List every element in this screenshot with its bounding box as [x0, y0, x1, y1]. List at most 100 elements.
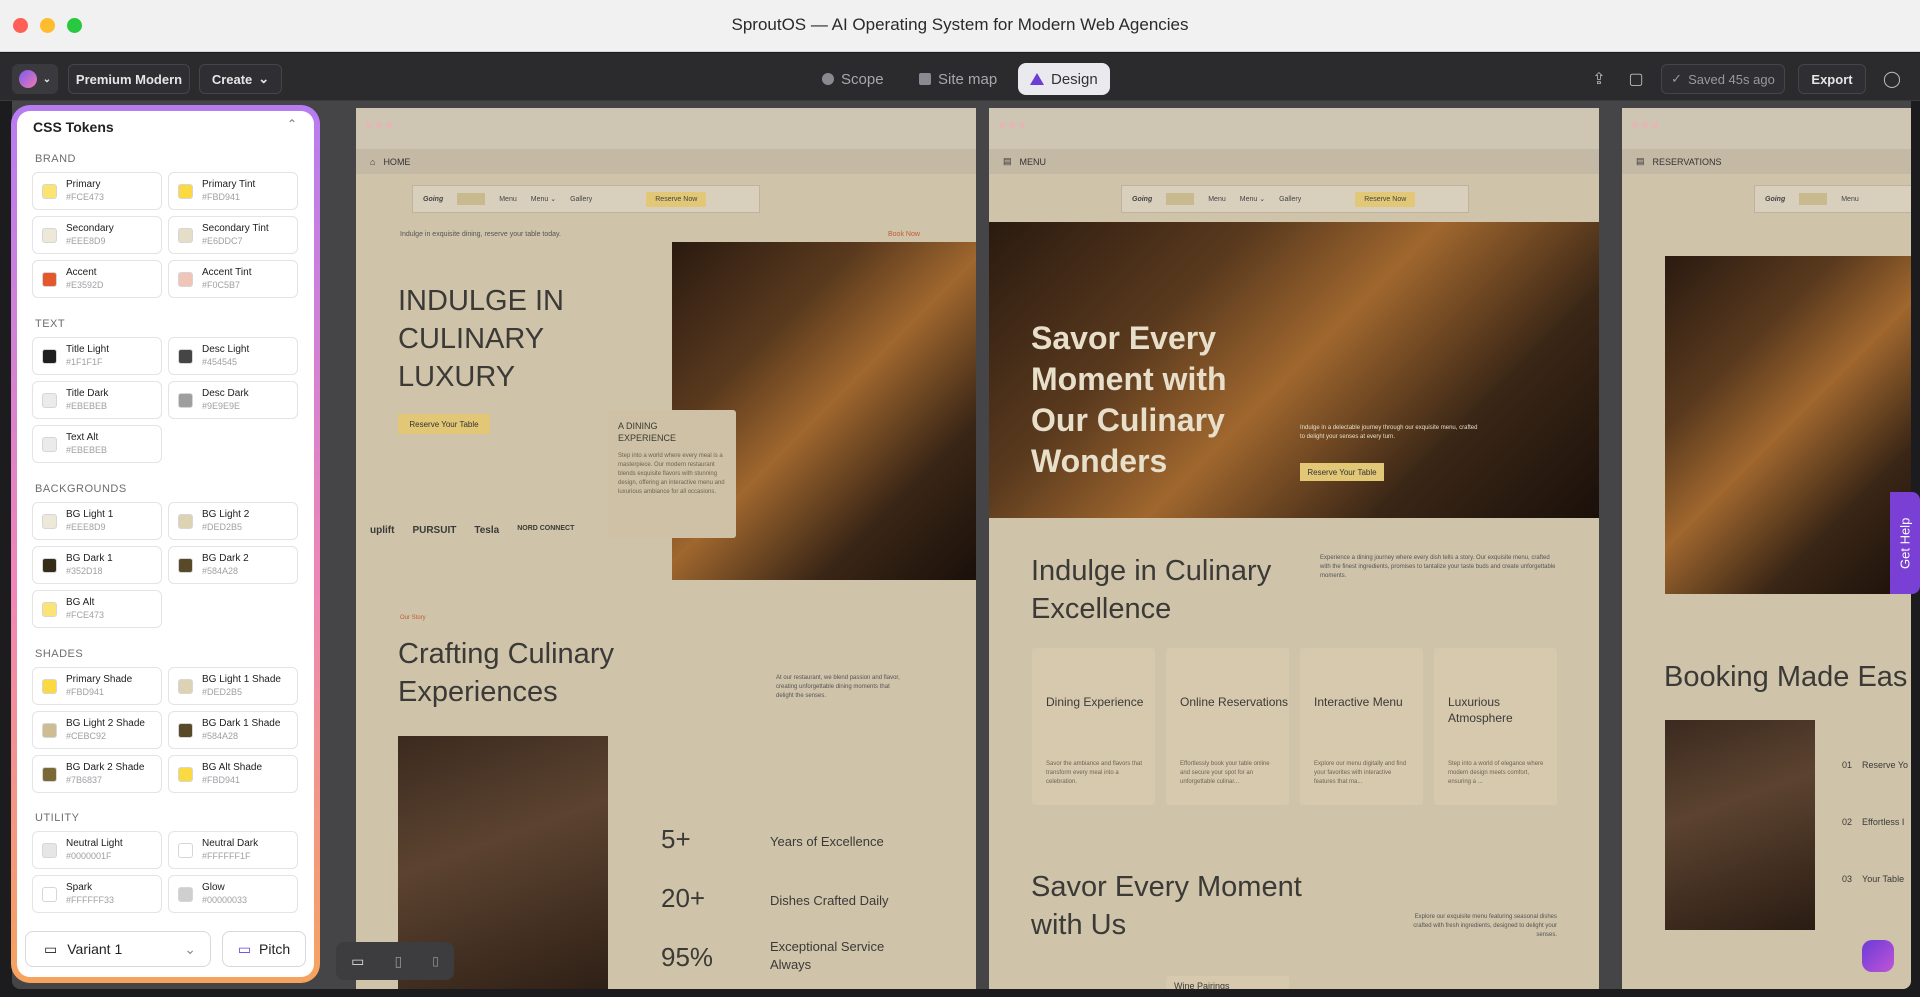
feature-card[interactable]: Dining Experience Savor the ambiance and…: [1032, 648, 1155, 805]
export-button[interactable]: Export: [1798, 64, 1866, 94]
token-hex: #FCE473: [66, 610, 105, 620]
reservations-image: [1665, 720, 1815, 930]
token-name: Glow: [202, 882, 225, 893]
check-icon: ✓: [1671, 71, 1683, 86]
token-swatch[interactable]: BG Alt Shade #FBD941: [168, 755, 298, 793]
token-swatch[interactable]: Accent Tint #F0C5B7: [168, 260, 298, 298]
nav-reserve-button[interactable]: Reserve Now: [1355, 191, 1416, 207]
nav-menu[interactable]: Menu: [1841, 196, 1859, 203]
panel-title: CSS Tokens: [33, 119, 114, 135]
menu-bottom-title-line-2: with Us: [1031, 909, 1127, 941]
color-swatch: [178, 393, 193, 408]
partner-logos: uplift PURSUIT Tesla NORD CONNECT: [370, 525, 574, 536]
color-swatch: [178, 887, 193, 902]
status-circle-icon[interactable]: ◯: [1877, 64, 1907, 94]
token-hex: #FCE473: [66, 192, 105, 202]
theme-button[interactable]: Premium Modern: [68, 64, 190, 94]
announcement-link[interactable]: Book Now: [888, 231, 920, 238]
token-swatch[interactable]: Secondary #EEE8D9: [32, 216, 162, 254]
logo-nord: NORD CONNECT: [517, 525, 575, 532]
nav-gallery[interactable]: Gallery: [570, 196, 592, 203]
token-swatch[interactable]: BG Dark 1 #352D18: [32, 546, 162, 584]
token-swatch[interactable]: Primary Shade #FBD941: [32, 667, 162, 705]
tab-design[interactable]: Design: [1018, 63, 1110, 95]
frame-tab-menu: ▤ MENU: [989, 149, 1599, 174]
token-swatch[interactable]: Neutral Dark #FFFFFF1F: [168, 831, 298, 869]
color-swatch: [42, 272, 57, 287]
chevron-up-icon[interactable]: ⌃: [287, 117, 297, 131]
section-title-line-1: Crafting Culinary: [398, 638, 614, 670]
token-swatch[interactable]: Text Alt #EBEBEB: [32, 425, 162, 463]
token-swatch[interactable]: Glow #00000033: [168, 875, 298, 913]
token-swatch[interactable]: Title Light #1F1F1F: [32, 337, 162, 375]
frame-menu[interactable]: ▤ MENU Going Menu Menu ⌄ Gallery Reserve …: [989, 108, 1599, 989]
token-hex: #EBEBEB: [66, 401, 108, 411]
logo-tesla: Tesla: [474, 525, 500, 536]
hero-reserve-button[interactable]: Reserve Your Table: [398, 414, 490, 434]
ai-assistant-icon[interactable]: [1862, 940, 1894, 972]
token-hex: #FBD941: [66, 687, 105, 697]
desktop-icon[interactable]: ▭: [351, 953, 364, 970]
comment-icon[interactable]: ▢: [1621, 64, 1651, 94]
token-swatch[interactable]: BG Light 2 #DED2B5: [168, 502, 298, 540]
feature-card[interactable]: Luxurious Atmosphere Step into a world o…: [1434, 648, 1557, 805]
tab-scope[interactable]: Scope: [810, 63, 896, 95]
nav-reserve-button[interactable]: Reserve Now: [646, 191, 707, 207]
token-hex: #F0C5B7: [202, 280, 241, 290]
token-name: Primary Tint: [202, 179, 256, 190]
menu-hero-reserve-button[interactable]: Reserve Your Table: [1300, 463, 1384, 481]
token-name: BG Light 1: [66, 509, 114, 520]
wine-pairings-card[interactable]: Wine Pairings: [1166, 976, 1289, 989]
menu-hero-title: Savor Every Moment with Our Culinary Won…: [1031, 320, 1227, 479]
color-swatch: [42, 228, 57, 243]
nav-menu[interactable]: Menu: [499, 196, 517, 203]
token-swatch[interactable]: Neutral Light #0000001F: [32, 831, 162, 869]
token-swatch[interactable]: Accent #E3592D: [32, 260, 162, 298]
token-swatch[interactable]: BG Dark 1 Shade #584A28: [168, 711, 298, 749]
token-swatch[interactable]: BG Dark 2 #584A28: [168, 546, 298, 584]
tab-sitemap[interactable]: Site map: [907, 63, 1009, 95]
feature-card[interactable]: Interactive Menu Explore our menu digita…: [1300, 648, 1423, 805]
booking-step: 02 Effortless I: [1842, 817, 1904, 827]
color-swatch: [42, 514, 57, 529]
hero-title-line-3: LUXURY: [398, 361, 516, 393]
token-hex: #FBD941: [202, 192, 241, 202]
token-hex: #00000033: [202, 895, 248, 905]
nav-menu-dropdown[interactable]: Menu ⌄: [531, 195, 556, 203]
menu-section-title-line-2: Excellence: [1031, 593, 1172, 625]
workspace-switcher[interactable]: ⌄: [12, 64, 58, 94]
announcement-text: Indulge in exquisite dining, reserve you…: [400, 231, 561, 238]
frame-reservations[interactable]: ▤ RESERVATIONS Going Menu Booking Made Ea…: [1622, 108, 1911, 989]
frame-home[interactable]: ⌂ HOME Going Menu Menu ⌄ Gallery Reserve …: [356, 108, 976, 989]
stat-value: 20+: [661, 883, 706, 913]
token-swatch[interactable]: BG Alt #FCE473: [32, 590, 162, 628]
token-swatch[interactable]: Spark #FFFFFF33: [32, 875, 162, 913]
token-name: BG Alt: [66, 597, 95, 608]
token-swatch[interactable]: BG Dark 2 Shade #7B6837: [32, 755, 162, 793]
token-swatch[interactable]: BG Light 2 Shade #CEBC92: [32, 711, 162, 749]
nav-gallery[interactable]: Gallery: [1279, 196, 1301, 203]
color-swatch: [178, 184, 193, 199]
feature-card[interactable]: Online Reservations Effortlessly book yo…: [1166, 648, 1289, 805]
token-swatch[interactable]: Primary #FCE473: [32, 172, 162, 210]
nav-menu[interactable]: Menu: [1208, 196, 1226, 203]
create-button[interactable]: Create ⌄: [199, 64, 282, 94]
token-swatch[interactable]: Desc Dark #9E9E9E: [168, 381, 298, 419]
variant-select[interactable]: ▭ Variant 1 ⌄: [25, 931, 211, 967]
token-swatch[interactable]: BG Light 1 Shade #DED2B5: [168, 667, 298, 705]
token-swatch[interactable]: Primary Tint #FBD941: [168, 172, 298, 210]
booking-step: 03 Your Table: [1842, 874, 1904, 884]
mobile-icon[interactable]: ▯: [432, 954, 439, 968]
stat-label: Exceptional Service Always: [770, 939, 885, 972]
tablet-icon[interactable]: ▯: [394, 953, 402, 970]
get-help-button[interactable]: Get Help: [1890, 492, 1920, 594]
token-swatch[interactable]: Secondary Tint #E6DDC7: [168, 216, 298, 254]
token-swatch[interactable]: Desc Light #454545: [168, 337, 298, 375]
token-swatch[interactable]: Title Dark #EBEBEB: [32, 381, 162, 419]
pitch-button[interactable]: ▭ Pitch: [222, 931, 306, 967]
token-swatch[interactable]: BG Light 1 #EEE8D9: [32, 502, 162, 540]
share-icon[interactable]: ⇪: [1584, 64, 1614, 94]
step-number: 01: [1842, 760, 1853, 770]
nav-menu-dropdown[interactable]: Menu ⌄: [1240, 195, 1265, 203]
section-title-line-2: Experiences: [398, 676, 558, 708]
